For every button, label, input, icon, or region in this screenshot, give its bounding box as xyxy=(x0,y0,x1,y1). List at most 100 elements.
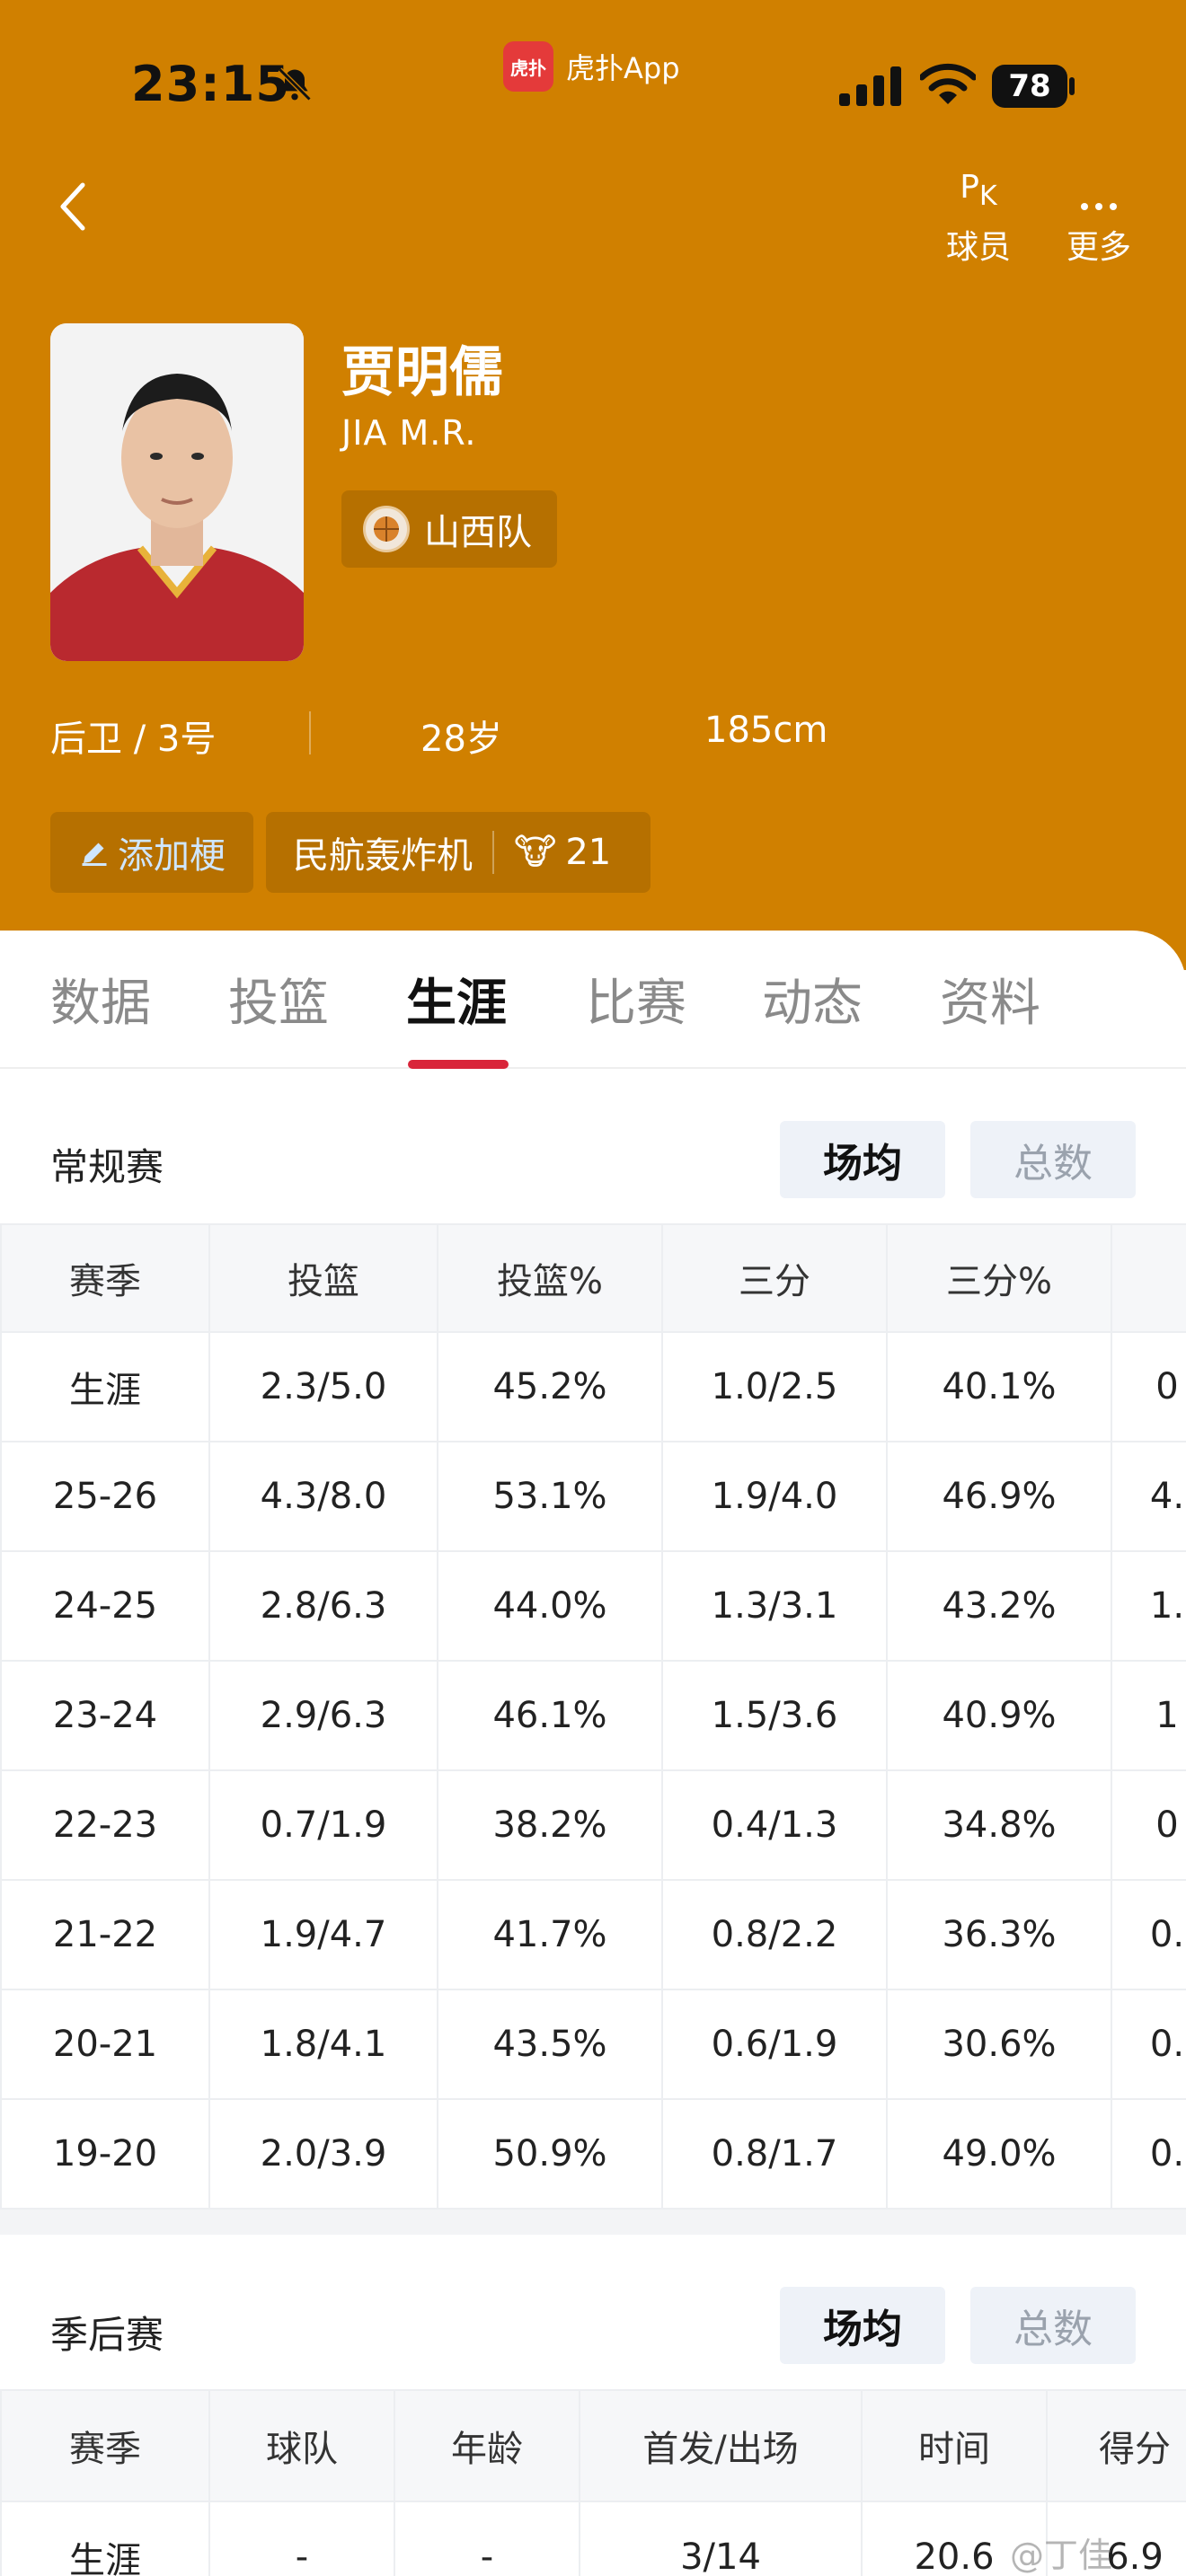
stat-cell: 43.2% xyxy=(886,1550,1112,1662)
season-cell: 19-20 xyxy=(0,2098,210,2210)
active-tab-indicator xyxy=(408,1060,509,1069)
stat-cell: 1.8/4.1 xyxy=(208,1989,438,2100)
tab-5[interactable]: 资料 xyxy=(940,963,1040,1036)
column-header[interactable]: 首发/出场 xyxy=(579,2389,863,2502)
stat-cell: 1.3/3.1 xyxy=(661,1550,888,1662)
stat-cell: 41.7% xyxy=(437,1879,663,1990)
stat-cell: 0.8/1.7 xyxy=(661,2098,888,2210)
tab-3[interactable]: 比赛 xyxy=(586,963,686,1036)
stat-cell: 1.9/4.0 xyxy=(661,1441,888,1552)
stat-cell: 46.1% xyxy=(437,1660,663,1771)
stat-cell: 3/14 xyxy=(579,2501,863,2576)
season-cell: 24-25 xyxy=(0,1550,210,1662)
nickname-text: 民航轰炸机 xyxy=(293,835,473,877)
season-cell: 22-23 xyxy=(0,1769,210,1881)
season-cell: 21-22 xyxy=(0,1879,210,1990)
player-pk-label: 球员 xyxy=(945,229,1011,266)
table-header-row: 赛季 投篮 投篮% 三分 三分% xyxy=(0,1223,1186,1333)
stat-cell: 53.1% xyxy=(437,1441,663,1552)
regular-season-table: 赛季 投篮 投篮% 三分 三分% 生涯 2.3/5.0 45.2% 1.0/2.5 40.1% 0 2… xyxy=(0,1223,1186,2210)
column-header[interactable]: 三分% xyxy=(886,1223,1112,1333)
column-header[interactable]: 球队 xyxy=(208,2389,395,2502)
section-separator xyxy=(0,2210,1186,2235)
stat-cell: 0 xyxy=(1111,1331,1186,1442)
column-header[interactable]: 投篮 xyxy=(208,1223,438,1333)
table-row[interactable]: 25-26 4.3/8.0 53.1% 1.9/4.0 46.9% 4. xyxy=(0,1441,1186,1552)
column-header[interactable]: 三分 xyxy=(661,1223,888,1333)
season-cell: 23-24 xyxy=(0,1660,210,1771)
regular-total-toggle[interactable]: 总数 xyxy=(970,1121,1136,1198)
player-pk-button[interactable]: PK 球员 xyxy=(929,158,1028,268)
mute-bell-icon xyxy=(278,67,312,101)
tab-2[interactable]: 生涯 xyxy=(406,963,507,1036)
back-arrow-icon[interactable] xyxy=(56,180,92,234)
stat-cell: 36.3% xyxy=(886,1879,1112,1990)
team-chip[interactable]: 山西队 xyxy=(341,490,557,568)
nickname-divider xyxy=(492,831,494,874)
more-label: 更多 xyxy=(1066,229,1131,266)
season-cell: 25-26 xyxy=(0,1441,210,1552)
tab-0[interactable]: 数据 xyxy=(50,963,151,1036)
column-header[interactable]: 投篮% xyxy=(437,1223,663,1333)
playoffs-total-toggle[interactable]: 总数 xyxy=(970,2287,1136,2364)
tab-4[interactable]: 动态 xyxy=(762,963,863,1036)
stat-cell: - xyxy=(208,2501,395,2576)
stat-cell: 38.2% xyxy=(437,1769,663,1881)
table-row[interactable]: 19-20 2.0/3.9 50.9% 0.8/1.7 49.0% 0. xyxy=(0,2098,1186,2210)
player-pinyin: JIA M.R. xyxy=(341,413,477,453)
column-header[interactable]: 得分 xyxy=(1046,2389,1186,2502)
table-row[interactable]: 21-22 1.9/4.7 41.7% 0.8/2.2 36.3% 0. xyxy=(0,1879,1186,1990)
column-header[interactable] xyxy=(1111,1223,1186,1333)
table-row[interactable]: 生涯 2.3/5.0 45.2% 1.0/2.5 40.1% 0 xyxy=(0,1331,1186,1442)
stat-cell: 4.3/8.0 xyxy=(208,1441,438,1552)
stat-cell: 44.0% xyxy=(437,1550,663,1662)
pk-icon: PK xyxy=(960,168,997,212)
battery-tip xyxy=(1069,77,1075,95)
nickname-tag[interactable]: 民航轰炸机 🐮 21 xyxy=(266,812,651,893)
column-header[interactable]: 赛季 xyxy=(0,2389,210,2502)
player-age: 28岁 xyxy=(420,719,502,760)
stat-cell: 40.9% xyxy=(886,1660,1112,1771)
app-source-label: 虎扑App xyxy=(566,51,680,85)
playoffs-table: 赛季 球队 年龄 首发/出场 时间 得分 生涯 - -3/14 20.6 6.9 xyxy=(0,2389,1186,2576)
stat-cell: 43.5% xyxy=(437,1989,663,2100)
table-row[interactable]: 生涯 - -3/14 20.6 6.9 xyxy=(0,2501,1186,2576)
stat-cell: 49.0% xyxy=(886,2098,1112,2210)
table-row[interactable]: 24-25 2.8/6.3 44.0% 1.3/3.1 43.2% 1. xyxy=(0,1550,1186,1662)
stat-cell: 1.9/4.7 xyxy=(208,1879,438,1990)
column-header[interactable]: 赛季 xyxy=(0,1223,210,1333)
stat-cell: 4. xyxy=(1111,1441,1186,1552)
stat-cell: 0.6/1.9 xyxy=(661,1989,888,2100)
stat-cell: 45.2% xyxy=(437,1331,663,1442)
stat-cell: - xyxy=(394,2501,580,2576)
table-row[interactable]: 23-24 2.9/6.3 46.1% 1.5/3.6 40.9% 1 xyxy=(0,1660,1186,1771)
more-button[interactable]: 更多 xyxy=(1049,158,1148,268)
regular-season-title: 常规赛 xyxy=(50,1145,164,1189)
regular-avg-toggle[interactable]: 场均 xyxy=(780,1121,945,1198)
hupu-logo-icon: 虎扑 xyxy=(503,41,553,92)
tab-1[interactable]: 投篮 xyxy=(228,963,329,1036)
stat-cell: 0 xyxy=(1111,1769,1186,1881)
stat-cell: 30.6% xyxy=(886,1989,1112,2100)
battery-indicator: 78 xyxy=(992,65,1067,108)
table-row[interactable]: 20-21 1.8/4.1 43.5% 0.6/1.9 30.6% 0. xyxy=(0,1989,1186,2100)
app-source-badge[interactable]: 虎扑 虎扑App xyxy=(503,41,680,92)
stat-cell: 0. xyxy=(1111,2098,1186,2210)
stat-cell: 40.1% xyxy=(886,1331,1112,1442)
stat-cell: 1.5/3.6 xyxy=(661,1660,888,1771)
stat-cell: 50.9% xyxy=(437,2098,663,2210)
pencil-icon xyxy=(82,842,107,866)
table-row[interactable]: 22-23 0.7/1.9 38.2% 0.4/1.3 34.8% 0 xyxy=(0,1769,1186,1881)
stat-cell: 1. xyxy=(1111,1550,1186,1662)
stat-cell: 46.9% xyxy=(886,1441,1112,1552)
stat-cell: 2.8/6.3 xyxy=(208,1550,438,1662)
signal-icon xyxy=(839,66,901,106)
add-nickname-button[interactable]: 添加梗 xyxy=(50,812,253,893)
table-header-row: 赛季 球队 年龄 首发/出场 时间 得分 xyxy=(0,2389,1186,2502)
stat-cell: 2.9/6.3 xyxy=(208,1660,438,1771)
column-header[interactable]: 年龄 xyxy=(394,2389,580,2502)
playoffs-avg-toggle[interactable]: 场均 xyxy=(780,2287,945,2364)
stat-cell: 34.8% xyxy=(886,1769,1112,1881)
column-header[interactable]: 时间 xyxy=(861,2389,1048,2502)
player-name: 贾明儒 xyxy=(341,341,503,404)
